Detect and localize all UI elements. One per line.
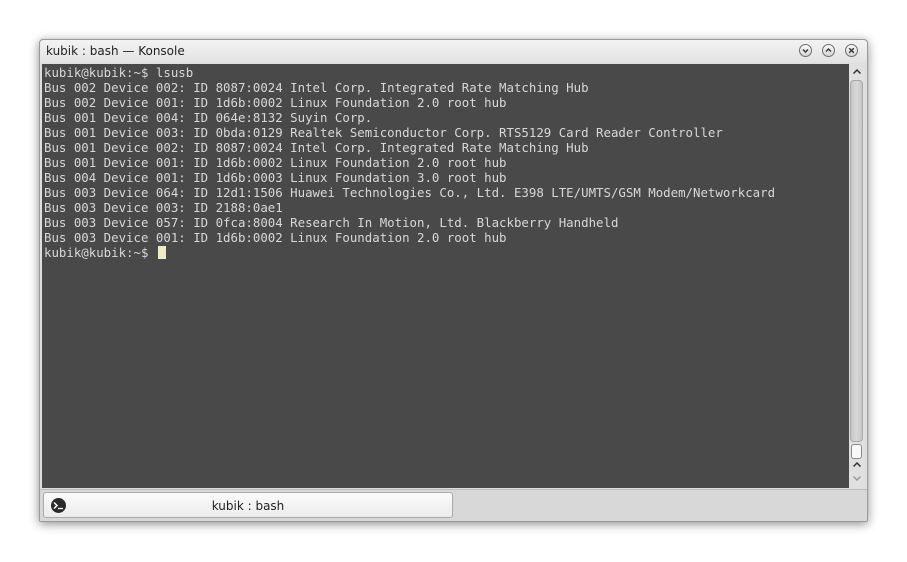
terminal-prompt: kubik@kubik:~$ (44, 245, 156, 260)
terminal-line: Bus 001 Device 001: ID 1d6b:0002 Linux F… (44, 155, 507, 170)
terminal-output[interactable]: kubik@kubik:~$ lsusb Bus 002 Device 002:… (42, 64, 849, 488)
tab-bar: kubik : bash (40, 489, 867, 521)
window-title: kubik : bash — Konsole (46, 44, 185, 58)
terminal-line: Bus 003 Device 057: ID 0fca:8004 Researc… (44, 215, 619, 230)
terminal-line: Bus 002 Device 002: ID 8087:0024 Intel C… (44, 80, 589, 95)
terminal-prompt-line: kubik@kubik:~$ (44, 245, 166, 260)
tab-label: kubik : bash (211, 499, 285, 513)
scroll-up-arrow-icon[interactable] (852, 67, 862, 77)
minimize-button[interactable] (799, 44, 812, 57)
chevron-down-icon (802, 49, 809, 53)
scrollbar-track[interactable] (850, 80, 863, 442)
terminal-line: Bus 001 Device 004: ID 064e:8132 Suyin C… (44, 110, 373, 125)
terminal-line: Bus 003 Device 001: ID 1d6b:0002 Linux F… (44, 230, 507, 245)
scroll-up-arrow-icon[interactable] (852, 460, 862, 470)
terminal-line: Bus 001 Device 003: ID 0bda:0129 Realtek… (44, 125, 723, 140)
terminal-line: Bus 002 Device 001: ID 1d6b:0002 Linux F… (44, 95, 507, 110)
terminal-line: Bus 004 Device 001: ID 1d6b:0003 Linux F… (44, 170, 507, 185)
scrollbar-thumb[interactable] (851, 444, 862, 459)
maximize-button[interactable] (822, 44, 835, 57)
chevron-up-icon (825, 48, 832, 52)
close-button[interactable] (845, 44, 858, 57)
terminal-line: Bus 003 Device 003: ID 2188:0ae1 (44, 200, 283, 215)
terminal-line: Bus 001 Device 002: ID 8087:0024 Intel C… (44, 140, 589, 155)
terminal-line: Bus 003 Device 064: ID 12d1:1506 Huawei … (44, 185, 776, 200)
konsole-window: kubik : bash — Konsole kubik@kubik:~$ ls… (39, 39, 868, 522)
terminal-line: kubik@kubik:~$ lsusb (44, 65, 194, 80)
terminal-cursor (157, 246, 166, 259)
tab-kubik-bash[interactable]: kubik : bash (43, 492, 453, 518)
close-icon (848, 47, 855, 54)
title-bar[interactable]: kubik : bash — Konsole (40, 40, 867, 63)
terminal-scrollbar[interactable] (849, 64, 865, 488)
scroll-down-arrow-icon[interactable] (852, 473, 862, 483)
